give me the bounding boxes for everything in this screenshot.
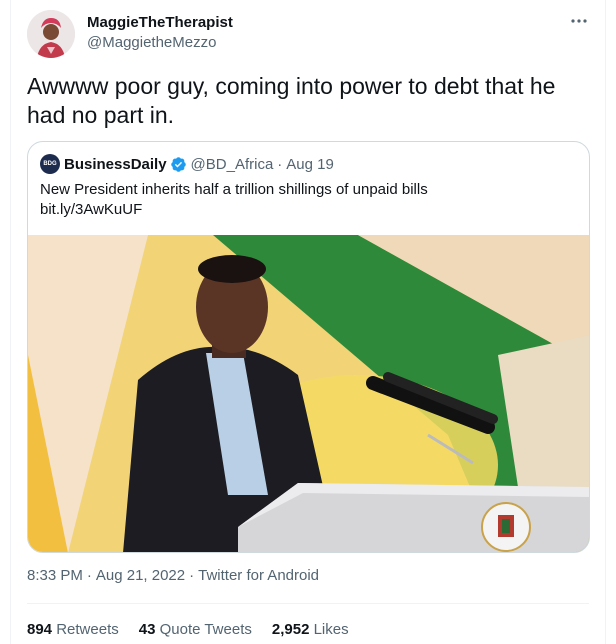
quote-tweets-label: Quote Tweets xyxy=(159,621,252,638)
quoted-media-image[interactable] xyxy=(28,235,589,552)
quoted-author-handle: @BD_Africa xyxy=(190,155,274,173)
quoted-tweet-text: New President inherits half a trillion s… xyxy=(40,180,580,220)
retweets-stat[interactable]: 894 Retweets xyxy=(27,620,119,640)
president-podium-photo xyxy=(28,235,589,552)
likes-label: Likes xyxy=(313,621,349,638)
quoted-tweet-header: BDG BusinessDaily @BD_Africa · Aug 19 xyxy=(40,154,334,174)
retweets-label: Retweets xyxy=(56,621,119,638)
tweet-stats: 894 Retweets 43 Quote Tweets 2,952 Likes xyxy=(27,620,369,640)
divider xyxy=(27,603,589,604)
quoted-text-line: New President inherits half a trillion s… xyxy=(40,181,428,198)
quoted-tweet[interactable]: BDG BusinessDaily @BD_Africa · Aug 19 Ne… xyxy=(27,141,590,553)
author-avatar-image xyxy=(27,10,75,58)
tweet-time[interactable]: 8:33 PM xyxy=(27,567,83,584)
tweet-text: Awwww poor guy, coming into power to deb… xyxy=(27,73,556,128)
meta-separator: · xyxy=(189,567,195,584)
author-display-name[interactable]: MaggieTheTherapist xyxy=(87,13,233,33)
more-options-button[interactable] xyxy=(569,12,589,32)
author-info: MaggieTheTherapist @MaggietheMezzo xyxy=(87,13,233,53)
likes-count: 2,952 xyxy=(271,621,310,638)
author-handle[interactable]: @MaggietheMezzo xyxy=(87,33,233,53)
verified-badge-icon xyxy=(170,156,186,172)
more-horizontal-icon xyxy=(571,19,587,23)
quote-tweets-stat[interactable]: 43 Quote Tweets xyxy=(139,620,252,640)
quoted-author-name: BusinessDaily xyxy=(64,155,167,173)
quoted-author-avatar: BDG xyxy=(40,154,60,174)
tweet-header: MaggieTheTherapist @MaggietheMezzo xyxy=(27,10,589,58)
tweet-date[interactable]: Aug 21, 2022 xyxy=(96,567,185,584)
tweet-source: Twitter for Android xyxy=(198,567,320,584)
quoted-date: Aug 19 xyxy=(286,155,334,173)
meta-separator: · xyxy=(86,567,92,584)
tweet-metadata: 8:33 PM · Aug 21, 2022 · Twitter for Android xyxy=(27,566,319,586)
quoted-separator: · xyxy=(277,155,283,173)
quote-tweets-count: 43 xyxy=(138,621,156,638)
tweet-card: MaggieTheTherapist @MaggietheMezzo Awwww… xyxy=(10,0,606,644)
retweets-count: 894 xyxy=(27,621,53,638)
quoted-link[interactable]: bit.ly/3AwKuUF xyxy=(40,200,580,220)
author-avatar[interactable] xyxy=(27,10,75,58)
likes-stat[interactable]: 2,952 Likes xyxy=(272,620,349,640)
